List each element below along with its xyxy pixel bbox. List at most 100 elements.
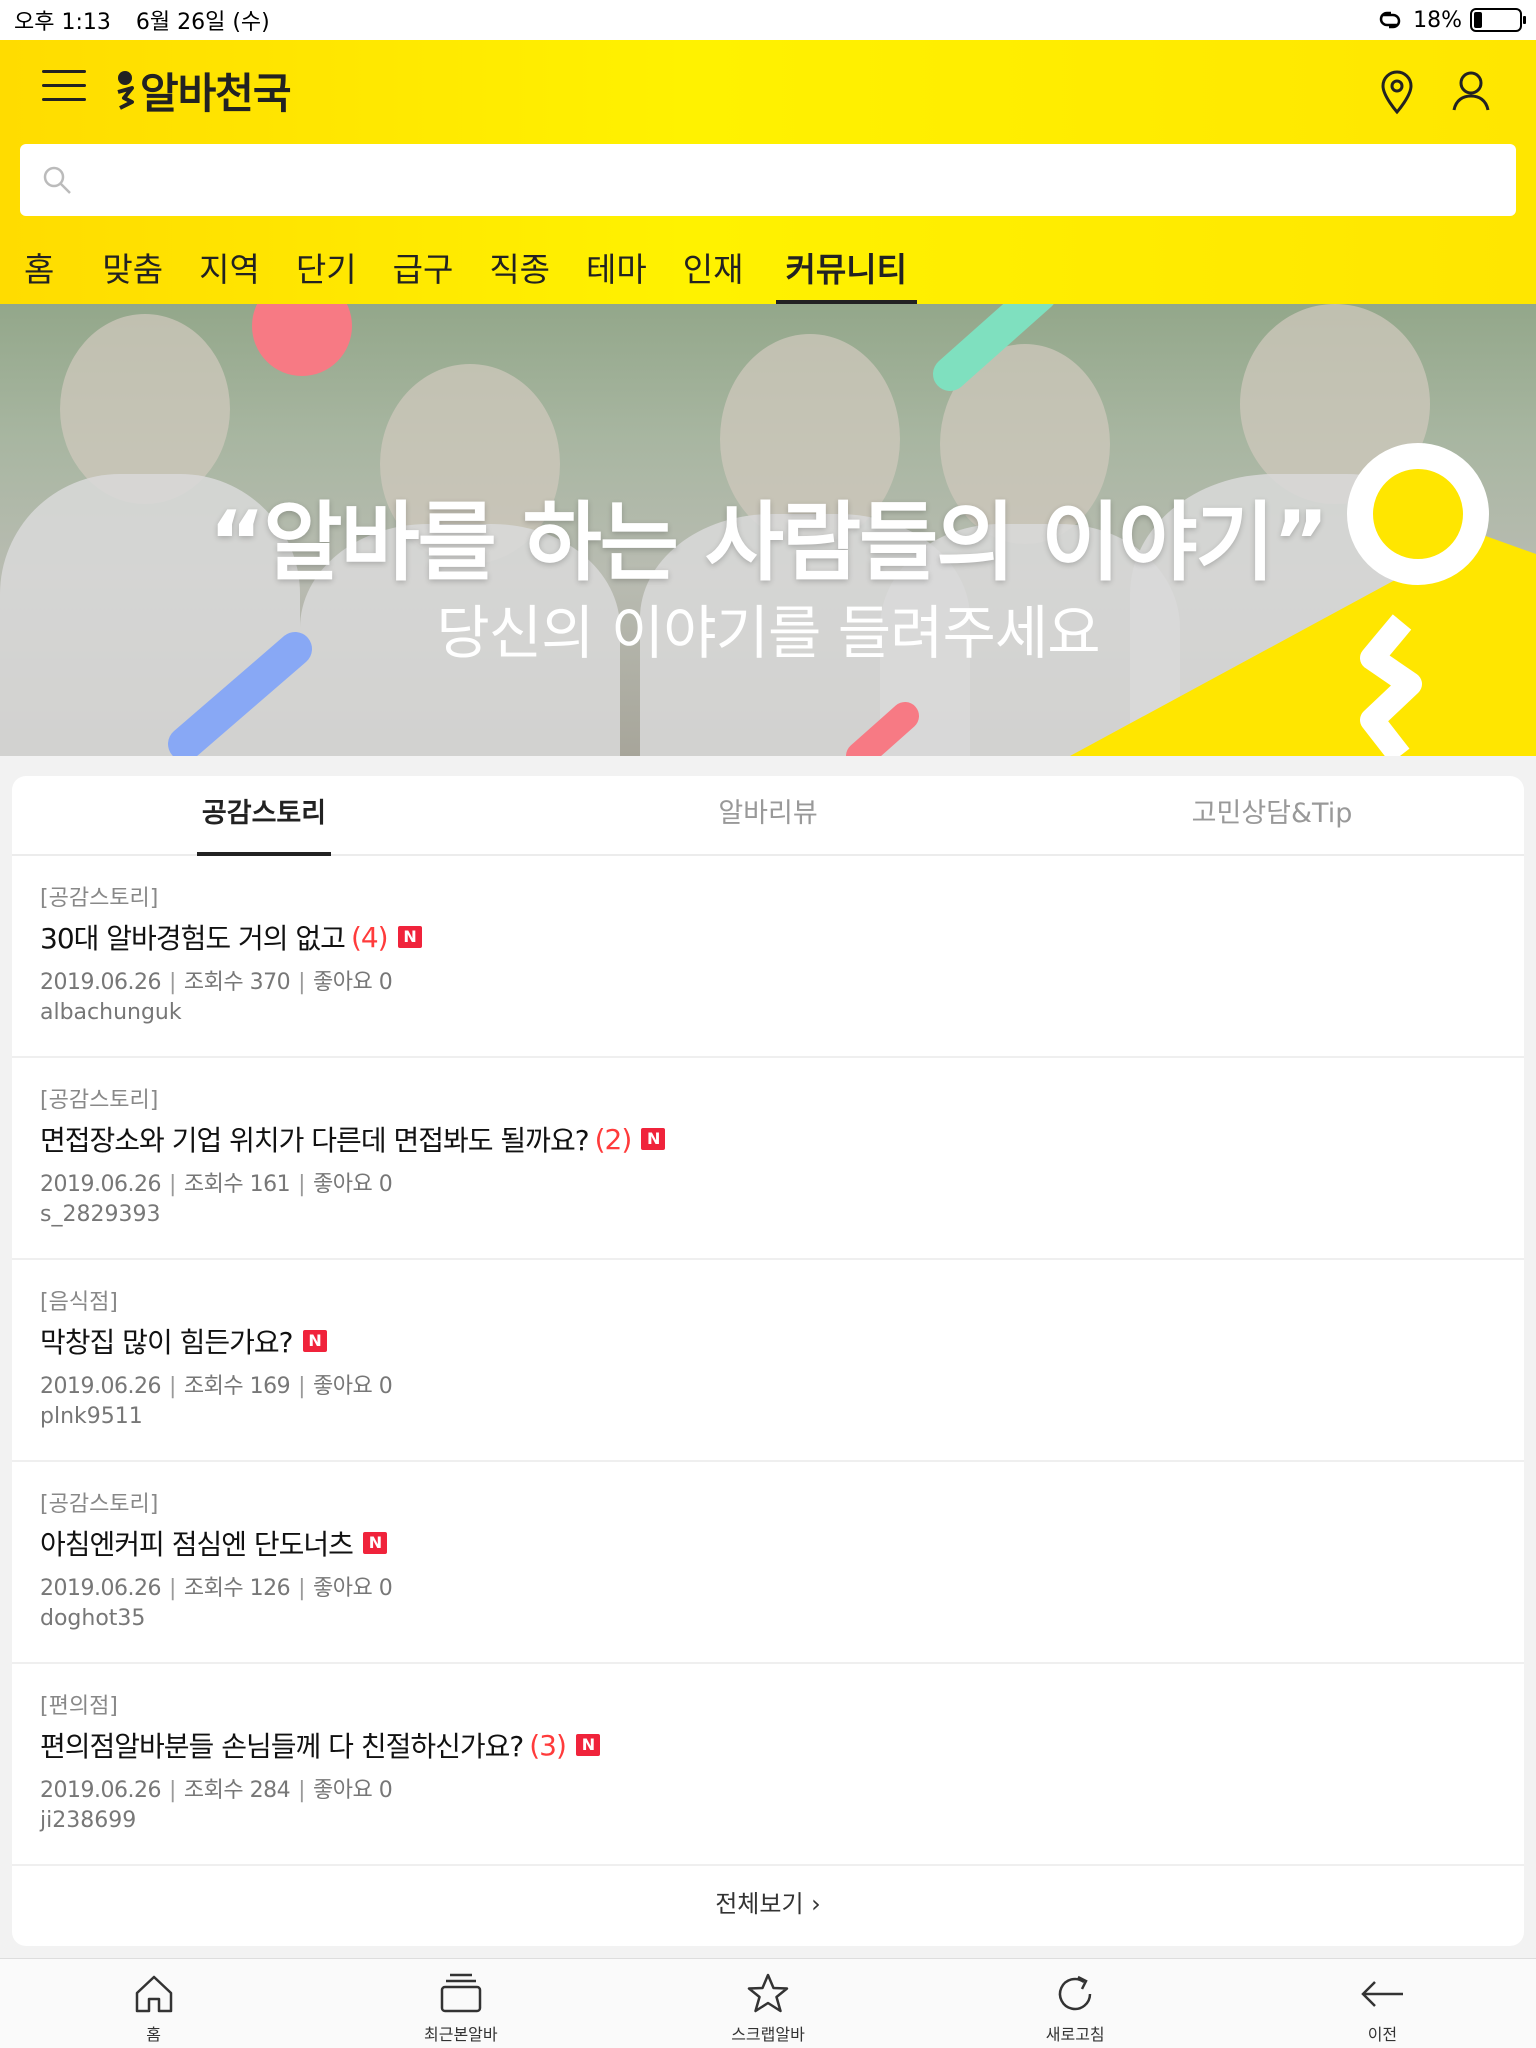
search-bar[interactable] <box>20 144 1516 216</box>
logo-mark-icon <box>117 71 134 110</box>
post-meta: 2019.06.26 | 조회수 370 | 좋아요 0 <box>40 964 1496 998</box>
meta-divider: | <box>168 970 176 995</box>
post-category: [공감스토리] <box>40 1492 159 1517</box>
nav-home[interactable]: 홈 <box>24 236 54 304</box>
bottom-back-button[interactable]: 이전 <box>1229 1959 1536 2048</box>
home-icon <box>135 1975 172 2013</box>
banner-title: “알바를 하는 사람들의 이야기” <box>208 493 1329 593</box>
bottom-refresh-button[interactable]: 새로고침 <box>922 1959 1229 2048</box>
post-author: s_2829393 <box>40 1202 161 1227</box>
post-category: [음식점] <box>40 1290 118 1315</box>
status-left: 오후 1:13 6월 26일 (수) <box>14 4 288 36</box>
nav-custom[interactable]: 맞춤 <box>102 236 163 304</box>
post-title-row: 아침엔커피 점심엔 단도너츠 N <box>40 1522 1496 1564</box>
post-category: [공감스토리] <box>40 1088 159 1113</box>
post-title: 면접장소와 기업 위치가 다른데 면접봐도 될까요? <box>40 1124 590 1157</box>
post-likes: 좋아요 0 <box>313 1576 393 1601</box>
logo-text: 알바천국 <box>140 68 292 118</box>
meta-divider: | <box>298 1172 306 1197</box>
post-date: 2019.06.26 <box>40 1172 161 1197</box>
banner-subtitle: 당신의 이야기를 들려주세요 <box>436 599 1100 667</box>
star-icon <box>747 1973 789 2013</box>
post-meta: 2019.06.26 | 조회수 161 | 좋아요 0 <box>40 1166 1496 1200</box>
search-input[interactable] <box>86 165 1516 195</box>
main-nav: 홈 맞춤 지역 단기 급구 직종 테마 인재 커뮤니티 <box>0 236 918 304</box>
status-bar: 오후 1:13 6월 26일 (수) 18% <box>0 0 1536 40</box>
view-all-button[interactable]: 전체보기 › <box>12 1866 1524 1942</box>
post-category: [공감스토리] <box>40 886 159 911</box>
post-views: 조회수 169 <box>183 1374 291 1399</box>
bottom-home-label: 홈 <box>146 2025 161 2044</box>
post-title-row: 30대 알바경험도 거의 없고 (4) N <box>40 916 1496 958</box>
status-date: 6월 26일 (수) <box>135 10 270 35</box>
back-arrow-icon <box>1361 1981 1404 2007</box>
post-title: 30대 알바경험도 거의 없고 <box>40 922 346 955</box>
post-meta: 2019.06.26 | 조회수 126 | 좋아요 0 <box>40 1570 1496 1604</box>
post-likes: 좋아요 0 <box>313 1172 393 1197</box>
post-date: 2019.06.26 <box>40 1576 161 1601</box>
post-title: 막창집 많이 힘든가요? <box>40 1326 294 1359</box>
post-author: albachunguk <box>40 1000 182 1025</box>
community-tabs: 공감스토리 알바리뷰 고민상담&Tip <box>12 776 1524 856</box>
post-item[interactable]: [음식점] 막창집 많이 힘든가요? N 2019.06.26 | 조회수 169 | 좋아요… <box>12 1260 1524 1462</box>
bottom-home-button[interactable]: 홈 <box>0 1959 307 2048</box>
location-pin-icon[interactable] <box>1372 66 1422 116</box>
battery-percent: 18% <box>1413 7 1462 33</box>
meta-divider: | <box>298 1778 306 1803</box>
nav-theme[interactable]: 테마 <box>586 236 647 304</box>
bottom-toolbar: 홈 최근본알바 스크랩알바 새로고침 이전 <box>0 1958 1536 2048</box>
user-profile-icon[interactable] <box>1446 66 1496 116</box>
post-title: 아침엔커피 점심엔 단도너츠 <box>40 1528 354 1561</box>
bottom-recent-button[interactable]: 최근본알바 <box>307 1959 614 2048</box>
tab-empathy-story[interactable]: 공감스토리 <box>12 776 516 856</box>
comment-count: (4) <box>350 920 389 954</box>
post-likes: 좋아요 0 <box>313 1374 393 1399</box>
tab-alba-review[interactable]: 알바리뷰 <box>516 776 1020 854</box>
bottom-scrap-button[interactable]: 스크랩알바 <box>614 1959 921 2048</box>
post-author: doghot35 <box>40 1606 146 1631</box>
post-item[interactable]: [편의점] 편의점알바분들 손님들께 다 친절하신가요? (3) N 2019.06.2… <box>12 1664 1524 1866</box>
post-date: 2019.06.26 <box>40 1374 161 1399</box>
community-banner[interactable]: “알바를 하는 사람들의 이야기” 당신의 이야기를 들려주세요 <box>0 304 1536 756</box>
post-likes: 좋아요 0 <box>313 1778 393 1803</box>
nav-job-category[interactable]: 직종 <box>489 236 550 304</box>
nav-talent[interactable]: 인재 <box>683 236 744 304</box>
nav-community[interactable]: 커뮤니티 <box>775 236 918 304</box>
post-views: 조회수 161 <box>183 1172 291 1197</box>
post-item[interactable]: [공감스토리] 아침엔커피 점심엔 단도너츠 N 2019.06.26 | 조회수 126… <box>12 1462 1524 1664</box>
post-list: [공감스토리] 30대 알바경험도 거의 없고 (4) N 2019.06.26 | 조회수… <box>12 856 1524 1866</box>
hamburger-menu-icon[interactable] <box>42 70 86 110</box>
link-icon <box>1379 11 1401 29</box>
post-meta: 2019.06.26 | 조회수 284 | 좋아요 0 <box>40 1772 1496 1806</box>
post-meta: 2019.06.26 | 조회수 169 | 좋아요 0 <box>40 1368 1496 1402</box>
meta-divider: | <box>168 1576 176 1601</box>
meta-divider: | <box>168 1374 176 1399</box>
post-item[interactable]: [공감스토리] 면접장소와 기업 위치가 다른데 면접봐도 될까요? (2) N 201… <box>12 1058 1524 1260</box>
new-badge-icon: N <box>302 1330 327 1352</box>
post-likes: 좋아요 0 <box>313 970 393 995</box>
post-author: plnk9511 <box>40 1404 143 1429</box>
bottom-refresh-label: 새로고침 <box>1045 2025 1105 2044</box>
status-right: 18% <box>1375 7 1526 33</box>
post-title-row: 편의점알바분들 손님들께 다 친절하신가요? (3) N <box>40 1724 1496 1766</box>
meta-divider: | <box>168 1172 176 1197</box>
nav-urgent[interactable]: 급구 <box>393 236 454 304</box>
refresh-icon <box>1058 1975 1092 2011</box>
post-item[interactable]: [공감스토리] 30대 알바경험도 거의 없고 (4) N 2019.06.26 | 조회수… <box>12 856 1524 1058</box>
post-author: ji238699 <box>40 1808 137 1833</box>
meta-divider: | <box>168 1778 176 1803</box>
meta-divider: | <box>298 1374 306 1399</box>
search-icon <box>43 166 71 194</box>
comment-count: (3) <box>529 1728 567 1762</box>
post-views: 조회수 284 <box>183 1778 291 1803</box>
bottom-scrap-label: 스크랩알바 <box>731 2025 805 2044</box>
status-time: 오후 1:13 <box>14 10 111 35</box>
brand-logo[interactable]: 알바천국 <box>114 62 292 118</box>
tab-advice-tip[interactable]: 고민상담&Tip <box>1020 776 1524 854</box>
nav-short-term[interactable]: 단기 <box>296 236 357 304</box>
app-header: 알바천국 홈 맞춤 지역 단기 급구 직종 테마 인재 커뮤니티 <box>0 40 1536 304</box>
post-date: 2019.06.26 <box>40 970 161 995</box>
nav-region[interactable]: 지역 <box>199 236 260 304</box>
battery-icon <box>1470 8 1526 32</box>
new-badge-icon: N <box>641 1128 666 1150</box>
